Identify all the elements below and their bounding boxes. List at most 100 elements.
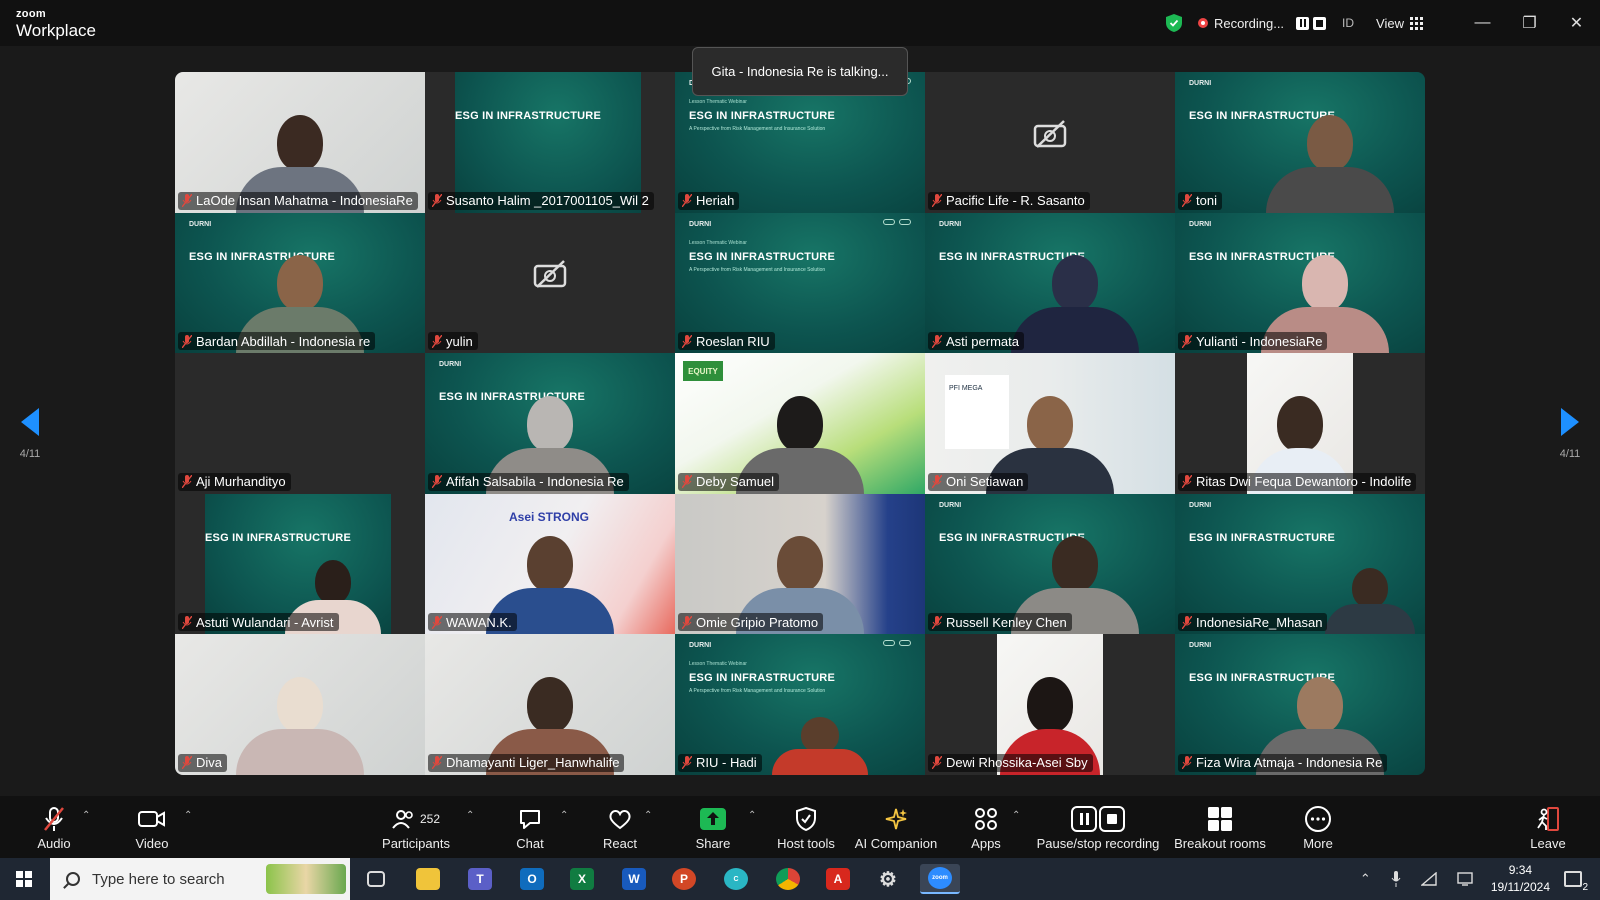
participant-tile[interactable]: DURNI Lesson Thematic Webinar ESG IN INF… — [675, 212, 925, 354]
apps-button[interactable]: Apps — [964, 796, 1008, 858]
participant-tile[interactable]: DURNI ESG IN INFRASTRUCTURE Asti permata — [925, 212, 1175, 354]
arrow-left-icon[interactable] — [21, 408, 39, 436]
participant-label: Asti permata — [928, 332, 1024, 351]
ai-companion-button[interactable]: AI Companion — [852, 796, 940, 858]
participants-options-caret[interactable]: ⌃ — [466, 810, 474, 821]
chrome-icon[interactable] — [768, 864, 808, 894]
share-button[interactable]: Share — [690, 796, 736, 858]
minimize-button[interactable]: — — [1459, 0, 1506, 46]
participant-tile[interactable]: LaOde Insan Mahatma - IndonesiaRe — [175, 72, 425, 213]
chat-button[interactable]: Chat — [508, 796, 552, 858]
next-page[interactable]: 4/11 — [1540, 408, 1600, 460]
display-icon[interactable] — [1457, 872, 1473, 886]
view-button[interactable]: View — [1376, 16, 1404, 31]
apps-icon — [975, 807, 997, 830]
apps-options-caret[interactable]: ⌃ — [1012, 810, 1020, 821]
network-icon[interactable] — [1420, 872, 1437, 886]
participant-tile[interactable]: Aji Murhandityo — [175, 353, 425, 494]
audio-button[interactable]: Audio — [34, 796, 74, 858]
participant-tile[interactable]: Ritas Dwi Fequa Dewantoro - Indolife — [1175, 353, 1425, 494]
participant-label: IndonesiaRe_Mhasan — [1178, 613, 1328, 632]
canva-icon[interactable]: C — [716, 864, 756, 894]
pause-recording-icon[interactable] — [1296, 16, 1310, 30]
previous-page[interactable]: 4/11 — [0, 408, 60, 460]
acrobat-icon[interactable]: A — [818, 864, 858, 894]
pause-stop-recording-button[interactable]: Pause/stop recording — [1036, 796, 1160, 858]
slide-title: ESG IN INFRASTRUCTURE — [455, 110, 601, 122]
participant-tile[interactable]: PFI MEGA Oni Setiawan — [925, 353, 1175, 494]
participant-tile[interactable]: DURNI ESG IN INFRASTRUCTURE Fiza Wira At… — [1175, 634, 1425, 775]
share-options-caret[interactable]: ⌃ — [748, 810, 756, 821]
participant-tile[interactable]: Asei STRONG WAWAN.K. — [425, 493, 675, 635]
powerpoint-icon[interactable]: P — [664, 864, 704, 894]
chevron-up-icon[interactable]: ⌃ — [1360, 871, 1371, 887]
participant-tile[interactable]: Omie Gripio Pratomo — [675, 493, 925, 635]
participant-tile[interactable]: DURNI ESG IN INFRASTRUCTURE toni — [1175, 72, 1425, 213]
participant-tile[interactable]: DURNI ESG IN INFRASTRUCTURE Russell Kenl… — [925, 493, 1175, 635]
file-explorer-icon[interactable] — [408, 864, 448, 894]
task-view-icon[interactable] — [356, 864, 396, 894]
slide-head: DURNI — [1189, 80, 1212, 87]
participant-label: Heriah — [678, 191, 740, 210]
react-button[interactable]: React — [596, 796, 644, 858]
mic-muted-icon — [182, 756, 192, 770]
participant-tile[interactable]: EQUITY Deby Samuel — [675, 353, 925, 494]
system-clock[interactable]: 9:34 19/11/2024 — [1491, 862, 1550, 896]
host-tools-label: Host tools — [777, 835, 835, 851]
participant-tile[interactable]: DURNI Lesson Thematic Webinar ESG IN INF… — [675, 634, 925, 775]
participant-tile[interactable]: Dhamayanti Liger_Hanwhalife — [425, 634, 675, 775]
zoom-app-icon[interactable]: zoom — [920, 864, 960, 894]
outlook-icon[interactable]: O — [512, 864, 552, 894]
mic-muted-icon — [682, 615, 692, 629]
close-button[interactable]: ✕ — [1553, 0, 1600, 46]
participant-tile[interactable]: DURNI ESG IN INFRASTRUCTURE IndonesiaRe_… — [1175, 493, 1425, 635]
participant-tile[interactable]: yulin — [425, 212, 675, 354]
participant-tile[interactable]: Diva — [175, 634, 425, 775]
microphone-icon[interactable] — [1391, 871, 1401, 887]
settings-gear-icon[interactable]: ⚙ — [868, 864, 908, 894]
stop-recording-icon[interactable] — [1313, 16, 1327, 30]
mic-muted-icon — [682, 334, 692, 348]
video-options-caret[interactable]: ⌃ — [184, 810, 192, 821]
mic-muted-icon — [182, 475, 192, 489]
leave-button[interactable]: Leave — [1528, 796, 1568, 858]
more-button[interactable]: More — [1298, 796, 1338, 858]
share-screen-icon — [700, 807, 726, 830]
participant-tile[interactable]: ESG IN INFRASTRUCTURE Astuti Wulandari -… — [175, 493, 425, 635]
excel-icon[interactable]: X — [562, 864, 602, 894]
meeting-id-button[interactable]: ID — [1342, 16, 1354, 30]
participants-label: Participants — [382, 835, 450, 851]
mic-muted-icon — [932, 194, 942, 208]
slide-head: DURNI — [939, 501, 962, 509]
react-options-caret[interactable]: ⌃ — [644, 810, 652, 821]
participant-tile[interactable]: DURNI ESG IN INFRASTRUCTURE Yulianti - I… — [1175, 212, 1425, 354]
windows-start-icon[interactable] — [16, 871, 32, 887]
page-indicator-left: 4/11 — [19, 448, 41, 460]
participant-tile[interactable]: ESG IN INFRASTRUCTURE Susanto Halim _201… — [425, 72, 675, 213]
participant-tile[interactable]: Dewi Rhossika-Asei Sby — [925, 634, 1175, 775]
breakout-rooms-button[interactable]: Breakout rooms — [1174, 796, 1266, 858]
slide-tagline: A Perspective from Risk Management and I… — [689, 126, 826, 132]
participants-button[interactable]: 252 Participants — [380, 796, 452, 858]
grid-view-icon[interactable] — [1410, 16, 1423, 30]
participants-icon — [392, 809, 413, 829]
teams-icon[interactable]: T — [460, 864, 500, 894]
participant-tile[interactable]: Pacific Life - R. Sasanto — [925, 72, 1175, 213]
taskbar-search[interactable]: Type here to search — [50, 858, 350, 900]
participants-count: 252 — [419, 811, 441, 826]
audio-options-caret[interactable]: ⌃ — [82, 810, 90, 821]
video-button[interactable]: Video — [130, 796, 174, 858]
arrow-right-icon[interactable] — [1561, 408, 1579, 436]
slide-head: DURNI — [1189, 501, 1212, 509]
participant-label: Dhamayanti Liger_Hanwhalife — [428, 753, 625, 772]
restore-button[interactable]: ❐ — [1506, 0, 1553, 46]
participant-tile[interactable]: DURNI ESG IN INFRASTRUCTURE Bardan Abdil… — [175, 212, 425, 354]
word-icon[interactable]: W — [614, 864, 654, 894]
notification-center-icon[interactable]: 2 — [1564, 871, 1588, 893]
react-label: React — [603, 835, 637, 851]
participant-tile[interactable]: DURNI ESG IN INFRASTRUCTURE Afifah Salsa… — [425, 353, 675, 494]
host-tools-button[interactable]: Host tools — [774, 796, 838, 858]
security-shield-icon[interactable] — [1165, 14, 1182, 32]
chat-options-caret[interactable]: ⌃ — [560, 810, 568, 821]
camera-off-icon — [533, 260, 567, 289]
